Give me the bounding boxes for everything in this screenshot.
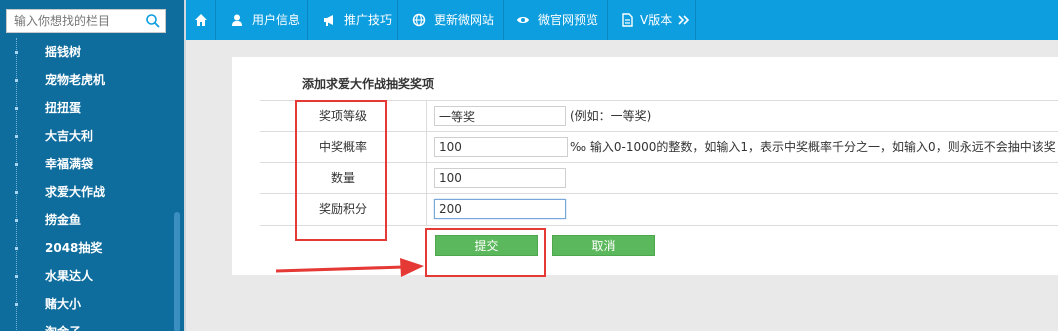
cancel-button[interactable]: 取消 [552, 235, 655, 256]
sidebar-item-2048[interactable]: 2048抽奖 [0, 234, 172, 262]
prize-level-input[interactable] [434, 106, 566, 126]
bullet-icon [15, 247, 18, 250]
megaphone-icon [324, 15, 333, 26]
sidebar-scrollbar-thumb[interactable] [174, 212, 180, 331]
page-title: 添加求爱大作战抽奖奖项 [302, 77, 435, 91]
sidebar-item-pet-slot[interactable]: 宠物老虎机 [0, 66, 172, 94]
sidebar-item-label: 淘金子 [45, 318, 81, 331]
nav-promo-tips-label: 推广技巧 [344, 13, 393, 27]
sidebar-item-shuiguo[interactable]: 水果达人 [0, 262, 172, 290]
sidebar-item-label: 扭扭蛋 [45, 101, 82, 115]
bullet-icon [15, 79, 18, 82]
reward-points-input[interactable] [434, 199, 566, 219]
nav-site-preview[interactable]: 微官网预览 [504, 0, 608, 40]
sidebar-item-niuniudan[interactable]: 扭扭蛋 [0, 94, 172, 122]
sidebar-item-label: 赌大小 [45, 297, 82, 311]
sidebar-item-xingfumandai[interactable]: 幸福满袋 [0, 150, 172, 178]
nav-update-site-label: 更新微网站 [434, 13, 495, 27]
top-nav: 用户信息 推广技巧 更新微网站 微官网预览 V版本 [186, 0, 1058, 40]
nav-version[interactable]: V版本 [608, 0, 696, 40]
search-icon[interactable] [145, 13, 161, 29]
quantity-input[interactable] [434, 168, 566, 188]
annotation-arrow-icon [276, 258, 424, 277]
double-chevron-right-icon [678, 15, 690, 25]
user-icon [232, 14, 242, 26]
bullet-icon [15, 51, 18, 54]
nav-version-label: V版本 [640, 13, 673, 27]
sidebar-item-label: 摇钱树 [45, 45, 82, 59]
sidebar-search-box[interactable] [6, 9, 166, 33]
sidebar-item-qiuai[interactable]: 求爱大作战 [0, 178, 172, 206]
nav-user-info-label: 用户信息 [252, 13, 301, 27]
bullet-icon [15, 163, 18, 166]
sidebar-item-label: 求爱大作战 [45, 185, 106, 199]
prize-level-hint: (例如：一等奖) [570, 109, 652, 123]
sidebar-item-dudaxiao[interactable]: 赌大小 [0, 290, 172, 318]
nav-home[interactable] [186, 0, 216, 40]
sidebar-item-label: 宠物老虎机 [45, 73, 106, 87]
sidebar-item-dajidali[interactable]: 大吉大利 [0, 122, 172, 150]
home-icon [195, 14, 207, 26]
bullet-icon [15, 303, 18, 306]
bullet-icon [15, 107, 18, 110]
sidebar-item-label: 大吉大利 [45, 129, 94, 143]
sidebar: 摇钱树 宠物老虎机 扭扭蛋 大吉大利 幸福满袋 求爱大作战 捞金鱼 2048抽奖… [0, 0, 184, 331]
sidebar-item-taojinzi[interactable]: 淘金子 [0, 318, 172, 331]
sidebar-item-label: 水果达人 [45, 269, 94, 283]
nav-promo-tips[interactable]: 推广技巧 [308, 0, 398, 40]
nav-update-site[interactable]: 更新微网站 [398, 0, 504, 40]
sidebar-item-yaoqianshu[interactable]: 摇钱树 [0, 38, 172, 66]
win-rate-input[interactable] [434, 137, 568, 157]
nav-user-info[interactable]: 用户信息 [216, 0, 308, 40]
bullet-icon [15, 219, 18, 222]
file-icon [622, 13, 633, 27]
annotation-labels-box [295, 100, 387, 241]
eye-icon [517, 17, 529, 23]
win-rate-hint: ‰ 输入0-1000的整数，如输入1，表示中奖概率千分之一，如输入0，则永远不会… [570, 140, 1056, 154]
sidebar-item-label: 捞金鱼 [45, 213, 82, 227]
sidebar-item-laojinyu[interactable]: 捞金鱼 [0, 206, 172, 234]
annotation-submit-box [425, 228, 546, 277]
nav-site-preview-label: 微官网预览 [538, 13, 599, 27]
sidebar-item-label: 幸福满袋 [45, 157, 94, 171]
sidebar-list: 摇钱树 宠物老虎机 扭扭蛋 大吉大利 幸福满袋 求爱大作战 捞金鱼 2048抽奖… [0, 38, 172, 331]
bullet-icon [15, 275, 18, 278]
globe-icon [412, 13, 426, 27]
bullet-icon [15, 135, 18, 138]
bullet-icon [15, 191, 18, 194]
sidebar-search-input[interactable] [7, 10, 144, 32]
sidebar-item-label: 2048抽奖 [45, 241, 103, 255]
